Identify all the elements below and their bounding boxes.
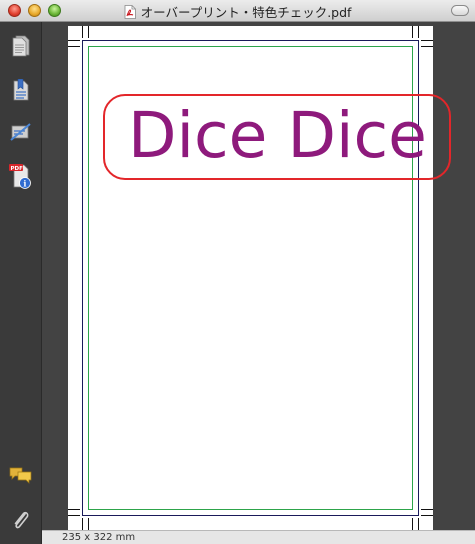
page-size-label: 235 x 322 mm	[62, 532, 136, 543]
crop-mark	[412, 518, 413, 530]
window-title-area: オーバープリント・特色チェック.pdf	[0, 3, 475, 20]
crop-mark	[88, 26, 89, 38]
crop-mark	[412, 26, 413, 38]
svg-text:PDF: PDF	[11, 166, 24, 172]
pdf-file-icon[interactable]	[124, 4, 136, 19]
window-title: オーバープリント・特色チェック.pdf	[140, 4, 352, 20]
crop-mark	[68, 515, 80, 516]
crop-mark	[418, 26, 419, 38]
document-info-button[interactable]: PDF i	[7, 162, 35, 190]
crop-mark	[82, 26, 83, 38]
document-pages-icon	[12, 35, 30, 57]
bookmark-document-icon	[13, 79, 29, 101]
attachments-panel-button[interactable]	[7, 506, 35, 534]
crop-mark	[421, 509, 433, 510]
crop-mark	[82, 518, 83, 530]
annotation-tool-icon	[10, 123, 31, 141]
attachments-paperclip-icon	[14, 511, 29, 529]
sidebar: PDF i	[0, 22, 42, 544]
svg-text:i: i	[23, 178, 26, 188]
crop-mark	[421, 40, 433, 41]
annotation-panel-button[interactable]	[7, 118, 35, 146]
crop-mark	[68, 46, 80, 47]
red-highlight-circle	[103, 94, 451, 180]
title-bar: オーバープリント・特色チェック.pdf	[0, 0, 475, 22]
document-view[interactable]: Dice Dice	[42, 22, 475, 530]
pdf-info-icon: PDF i	[9, 164, 31, 189]
pdf-page: Dice Dice	[68, 26, 451, 530]
crop-mark	[68, 509, 80, 510]
comments-panel-button[interactable]	[7, 462, 35, 490]
status-bar: 235 x 322 mm	[42, 530, 475, 544]
crop-mark	[421, 515, 433, 516]
crop-mark	[421, 46, 433, 47]
crop-mark	[418, 518, 419, 530]
toolbar-toggle-button[interactable]	[451, 5, 469, 16]
crop-mark	[68, 40, 80, 41]
bookmarks-panel-button[interactable]	[7, 76, 35, 104]
crop-mark	[88, 518, 89, 530]
pages-panel-button[interactable]	[7, 32, 35, 60]
comments-icon	[9, 467, 32, 484]
